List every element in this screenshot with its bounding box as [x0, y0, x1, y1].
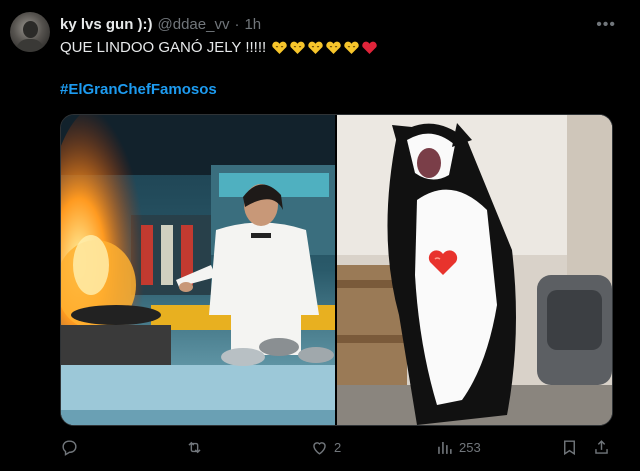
- share-icon: [595, 440, 608, 454]
- emoji-group: [271, 41, 378, 55]
- chef-kitchen-illustration: [61, 115, 335, 425]
- tweet[interactable]: ky lvs gun ):) @ddae_vv · 1h ••• QUE LIN…: [0, 0, 640, 471]
- tweet-text-body: QUE LINDOO GANÓ JELY !!!!!: [60, 39, 267, 56]
- yellow-heart-face-icon: [326, 41, 341, 54]
- views-icon: [438, 441, 452, 454]
- more-options-button[interactable]: •••: [596, 16, 616, 34]
- post-time[interactable]: 1h: [244, 16, 261, 33]
- avatar[interactable]: [10, 12, 50, 52]
- yellow-heart-face-icon: [344, 41, 359, 54]
- yellow-heart-face-icon: [290, 41, 305, 54]
- like-count: 2: [334, 440, 342, 455]
- repost-icon: [188, 441, 201, 454]
- hashtag-link[interactable]: #ElGranChefFamosos: [60, 81, 217, 98]
- avatar-head: [23, 21, 38, 38]
- yellow-heart-face-icon: [272, 41, 287, 54]
- bookmark-icon: [564, 440, 575, 456]
- like-button[interactable]: 2: [310, 438, 341, 457]
- action-bar: 2 253: [60, 438, 620, 462]
- views-button[interactable]: 253: [435, 438, 481, 457]
- red-heart-icon: [362, 41, 377, 54]
- cat-illustration: [337, 115, 612, 425]
- reply-button[interactable]: [60, 438, 84, 457]
- tweet-header: ky lvs gun ):) @ddae_vv · 1h: [60, 14, 261, 34]
- views-count: 253: [459, 440, 481, 455]
- display-name[interactable]: ky lvs gun ):): [60, 16, 153, 33]
- heart-icon: [313, 442, 326, 455]
- media-grid: [60, 114, 613, 426]
- bookmark-button[interactable]: [560, 438, 579, 457]
- repost-button[interactable]: [185, 438, 209, 457]
- user-handle[interactable]: @ddae_vv: [158, 16, 230, 33]
- yellow-heart-face-icon: [308, 41, 323, 54]
- chef-kitchen-photo[interactable]: [61, 115, 335, 425]
- avatar-shoulders: [16, 39, 44, 52]
- tweet-text: QUE LINDOO GANÓ JELY !!!!!: [60, 39, 378, 56]
- cat-photo[interactable]: [337, 115, 612, 425]
- reply-icon: [62, 440, 77, 456]
- separator: ·: [234, 15, 240, 33]
- share-button[interactable]: [592, 438, 611, 457]
